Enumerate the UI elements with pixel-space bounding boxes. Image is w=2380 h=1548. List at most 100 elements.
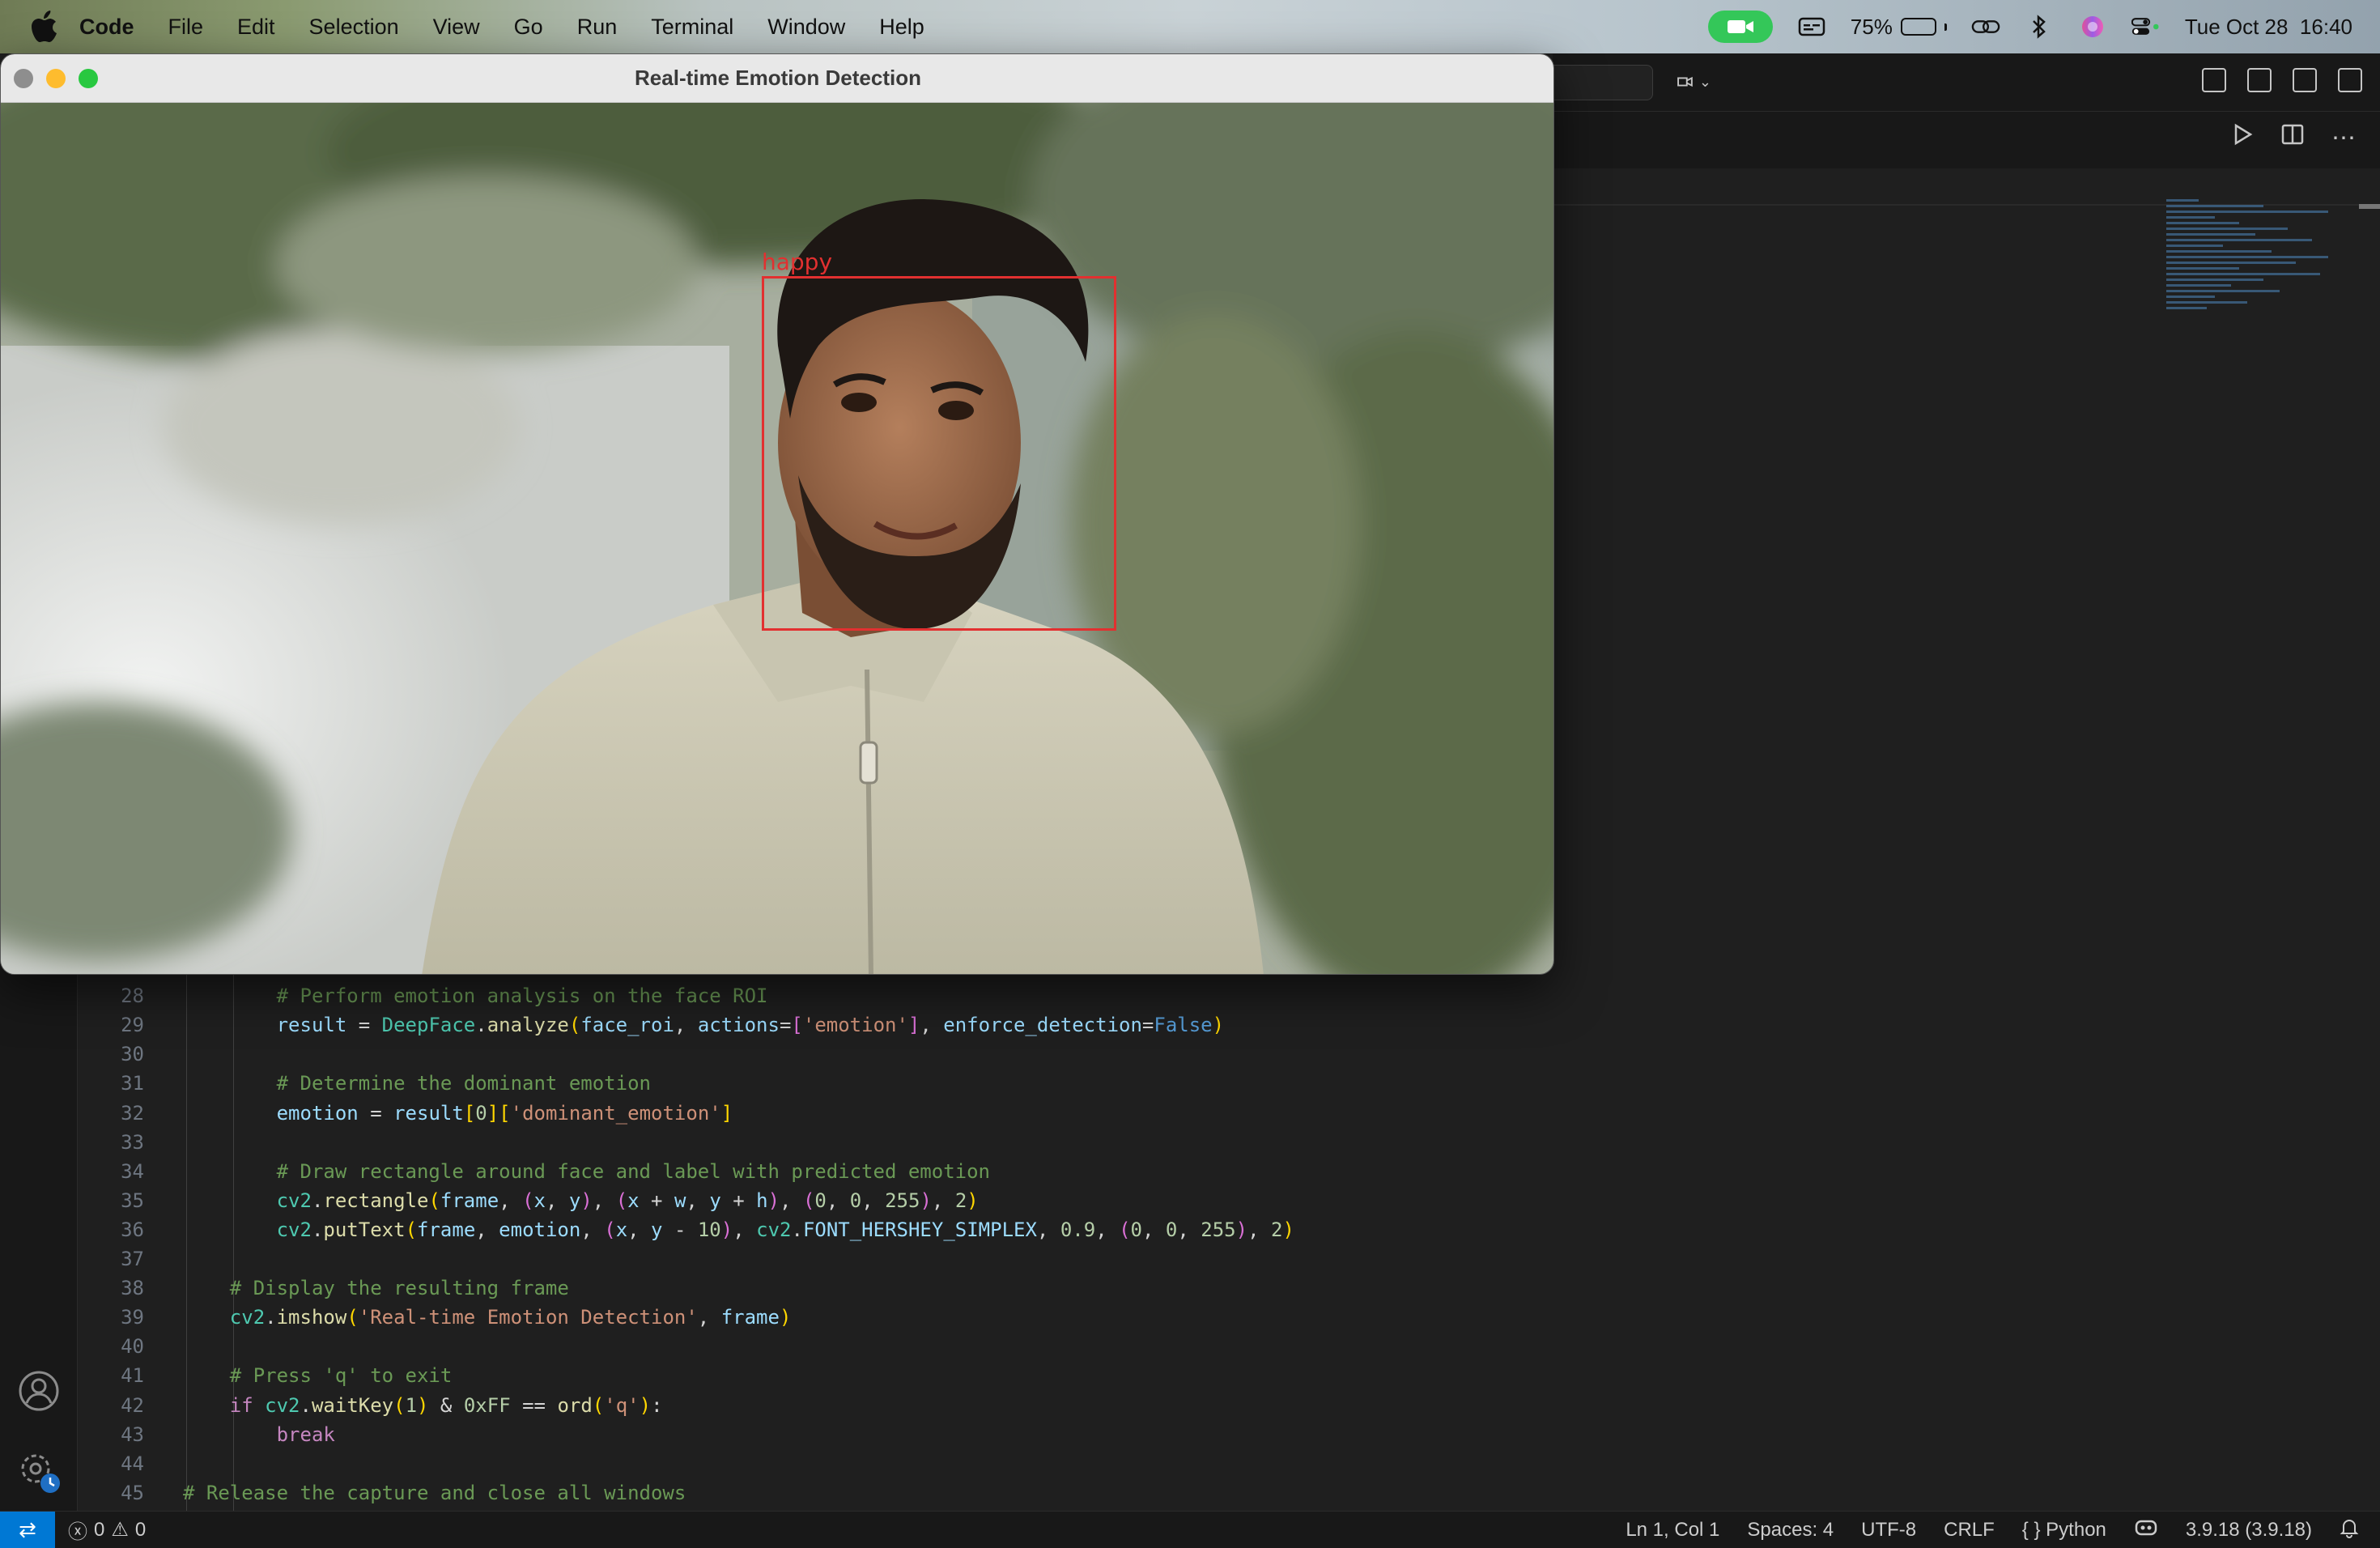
code-token: 'emotion' — [802, 1014, 908, 1037]
bluetooth-icon[interactable] — [2025, 12, 2054, 41]
accounts-icon[interactable] — [18, 1370, 60, 1412]
split-editor-icon[interactable] — [2281, 123, 2304, 152]
code-token: == — [510, 1393, 558, 1417]
code-token: , — [1142, 1218, 1166, 1241]
more-actions-icon[interactable]: ⋯ — [2331, 124, 2356, 152]
menu-selection[interactable]: Selection — [309, 15, 399, 40]
code-line[interactable]: 30 — [78, 1040, 2380, 1069]
line-number: 32 — [121, 1101, 144, 1125]
copilot-status-icon[interactable] — [2134, 1517, 2158, 1544]
code-token: [ — [791, 1014, 803, 1037]
line-number: 41 — [121, 1364, 144, 1388]
code-token: & — [428, 1393, 464, 1417]
code-line[interactable]: 38 # Display the resulting frame — [78, 1274, 2380, 1303]
code-token: 0 — [849, 1189, 862, 1212]
line-text: # Press 'q' to exit — [183, 1361, 453, 1390]
siri-icon[interactable] — [2078, 12, 2107, 41]
language-mode[interactable]: { } Python — [2022, 1519, 2106, 1542]
menu-run[interactable]: Run — [577, 15, 618, 40]
line-number: 43 — [121, 1423, 144, 1446]
line-number: 36 — [121, 1218, 144, 1241]
menu-window[interactable]: Window — [767, 15, 845, 40]
menu-file[interactable]: File — [168, 15, 204, 40]
minimize-window-button[interactable] — [46, 69, 66, 88]
code-token: result — [393, 1101, 464, 1125]
language-label: Python — [2046, 1519, 2106, 1541]
code-line[interactable]: 36 cv2.putText(frame, emotion, (x, y - 1… — [78, 1215, 2380, 1244]
menu-view[interactable]: View — [433, 15, 480, 40]
toggle-panel-icon[interactable] — [2293, 68, 2317, 92]
code-token: , — [861, 1189, 886, 1212]
remote-indicator-icon[interactable]: ⇄ — [0, 1511, 55, 1548]
code-token: x — [533, 1189, 546, 1212]
python-interpreter[interactable]: 3.9.18 (3.9.18) — [2186, 1519, 2312, 1542]
code-token: 0 — [1165, 1218, 1178, 1241]
code-line[interactable]: 40 — [78, 1332, 2380, 1361]
code-token: ) — [779, 1306, 792, 1329]
indentation[interactable]: Spaces: 4 — [1747, 1519, 1834, 1542]
code-line[interactable]: 39 cv2.imshow('Real-time Emotion Detecti… — [78, 1303, 2380, 1332]
code-line[interactable]: 31 # Determine the dominant emotion — [78, 1069, 2380, 1098]
link-icon[interactable] — [1971, 12, 2000, 41]
code-token: , — [545, 1189, 569, 1212]
battery-nub — [1944, 23, 1947, 31]
emotion-label: happy — [762, 249, 833, 275]
code-line[interactable]: 44 — [78, 1449, 2380, 1478]
end-of-line[interactable]: CRLF — [1944, 1519, 1995, 1542]
code-line[interactable]: 37 — [78, 1244, 2380, 1274]
code-line[interactable]: 32 emotion = result[0]['dominant_emotion… — [78, 1099, 2380, 1128]
battery-indicator[interactable]: 75% — [1851, 15, 1947, 40]
code-line[interactable]: 42 if cv2.waitKey(1) & 0xFF == ord('q'): — [78, 1391, 2380, 1420]
apple-menu-icon[interactable] — [31, 11, 60, 43]
code-line[interactable]: 28 # Perform emotion analysis on the fac… — [78, 981, 2380, 1010]
code-token: if — [183, 1393, 266, 1417]
encoding[interactable]: UTF-8 — [1861, 1519, 1916, 1542]
line-text: # Display the resulting frame — [183, 1274, 569, 1303]
clock[interactable]: Tue Oct 28 16:40 — [2185, 15, 2352, 40]
code-token: , — [931, 1189, 955, 1212]
layout-controls — [2202, 68, 2362, 92]
copilot-icon[interactable]: ⌄ — [1676, 70, 1711, 94]
code-token: , — [697, 1306, 721, 1329]
camera-in-use-icon[interactable] — [1707, 11, 1773, 43]
code-token: rectangle — [323, 1189, 429, 1212]
menu-edit[interactable]: Edit — [237, 15, 275, 40]
code-token: x — [615, 1218, 628, 1241]
line-text: # Draw rectangle around face and label w… — [183, 1157, 990, 1186]
cursor-position[interactable]: Ln 1, Col 1 — [1626, 1519, 1719, 1542]
minimap[interactable] — [2166, 199, 2344, 426]
scrollbar-thumb[interactable] — [2359, 204, 2380, 209]
code-line[interactable]: 43 break — [78, 1420, 2380, 1449]
line-text: # Determine the dominant emotion — [183, 1069, 651, 1098]
warning-icon: ⚠ — [111, 1519, 129, 1541]
run-icon[interactable] — [2233, 123, 2254, 152]
emotion-detection-window[interactable]: Real-time Emotion Detection happy — [0, 53, 1554, 975]
code-token: ) — [720, 1218, 733, 1241]
code-line[interactable]: 33 — [78, 1128, 2380, 1157]
toggle-secondary-sidebar-icon[interactable] — [2338, 68, 2362, 92]
problems-indicator[interactable]: ⓧ 0 ⚠ 0 — [68, 1516, 146, 1544]
menu-app-name[interactable]: Code — [79, 15, 134, 40]
line-number: 40 — [121, 1335, 144, 1359]
code-line[interactable]: 34 # Draw rectangle around face and labe… — [78, 1157, 2380, 1186]
code-line[interactable]: 35 cv2.rectangle(frame, (x, y), (x + w, … — [78, 1186, 2380, 1215]
toggle-primary-sidebar-icon[interactable] — [2247, 68, 2272, 92]
control-center-icon[interactable] — [2131, 12, 2161, 41]
menu-help[interactable]: Help — [879, 15, 924, 40]
caption-icon[interactable] — [1797, 12, 1826, 41]
customize-layout-icon[interactable] — [2202, 68, 2226, 92]
close-window-button[interactable] — [14, 69, 33, 88]
code-line[interactable]: 29 result = DeepFace.analyze(face_roi, a… — [78, 1010, 2380, 1040]
code-line[interactable]: 45 # Release the capture and close all wi… — [78, 1478, 2380, 1508]
notifications-bell-icon[interactable] — [2340, 1517, 2359, 1544]
maximize-window-button[interactable] — [79, 69, 98, 88]
code-token: , — [499, 1189, 523, 1212]
code-token: . — [265, 1306, 277, 1329]
code-token: cv2 — [265, 1393, 300, 1417]
manage-gear-icon[interactable] — [18, 1449, 63, 1495]
code-editor[interactable]: 2728 # Perform emotion analysis on the f… — [78, 955, 2380, 1516]
menu-go[interactable]: Go — [514, 15, 543, 40]
code-line[interactable]: 41 # Press 'q' to exit — [78, 1361, 2380, 1390]
code-token: analyze — [487, 1014, 569, 1037]
menu-terminal[interactable]: Terminal — [651, 15, 733, 40]
